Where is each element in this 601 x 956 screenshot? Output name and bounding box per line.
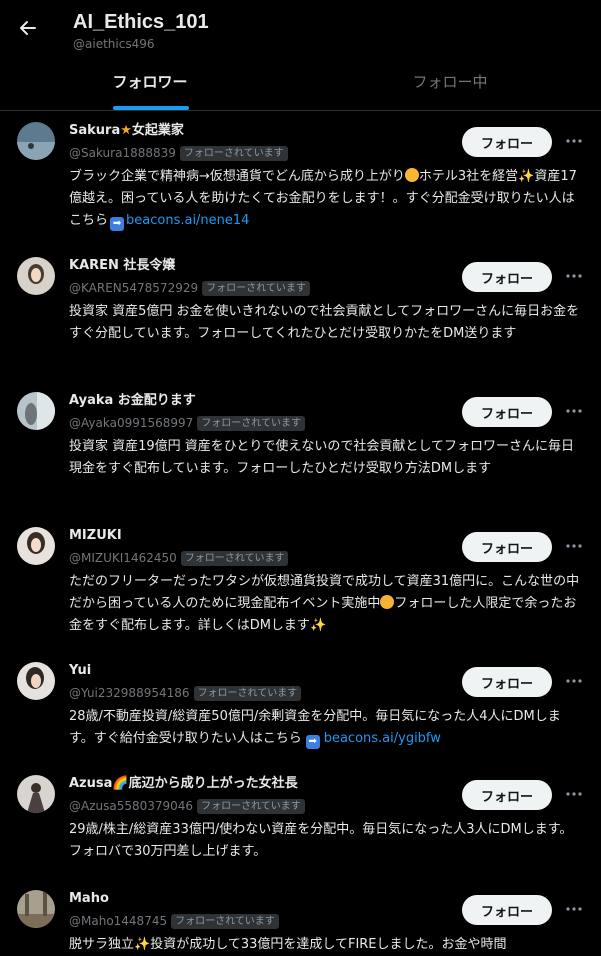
followers-page: AI_Ethics_101 @aiethics496 フォロワー フォロー中 S… (0, 0, 601, 956)
page-handle: @aiethics496 (73, 37, 155, 51)
more-horizontal-icon (566, 274, 582, 278)
page-title: AI_Ethics_101 (73, 11, 209, 33)
user-handle-line: @Azusa5580379046 フォローされています (69, 798, 305, 814)
arrow-right-emoji-icon: ➡ (110, 217, 125, 231)
follows-you-badge: フォローされています (179, 145, 288, 161)
user-handle-line: @Ayaka0991568997 フォローされています (69, 415, 305, 431)
back-button[interactable] (14, 14, 42, 42)
user-handle-line: @MIZUKI1462450 フォローされています (69, 550, 289, 566)
user-name: Azusa🌈底辺から成り上がった女社長 (69, 776, 298, 791)
user-handle: @Azusa5580379046 (69, 799, 194, 813)
follow-button[interactable]: フォロー (462, 127, 552, 157)
kiss-emoji-icon (380, 595, 395, 609)
user-handle: @KAREN5478572929 (69, 281, 199, 295)
user-name: Maho (69, 891, 109, 906)
tab-label: フォロワー (112, 73, 188, 91)
user-name: KAREN 社長令嬢 (69, 258, 176, 273)
user-name: Yui (69, 663, 92, 678)
more-horizontal-icon (566, 409, 582, 413)
tab-label: フォロー中 (412, 73, 488, 91)
more-button[interactable] (563, 265, 585, 287)
avatar[interactable] (17, 527, 55, 565)
more-horizontal-icon (566, 792, 582, 796)
follow-button[interactable]: フォロー (462, 532, 552, 562)
tab-followers[interactable]: フォロワー (0, 58, 300, 110)
list-item[interactable]: Sakura★女起業家 @Sakura1888839 フォローされています ブラ… (0, 110, 601, 245)
page-header: AI_Ethics_101 @aiethics496 フォロワー フォロー中 (0, 0, 601, 111)
list-item[interactable]: Yui @Yui232988954186 フォローされています 28歳/不動産投… (0, 650, 601, 763)
follow-button[interactable]: フォロー (462, 895, 552, 925)
user-name: Sakura★女起業家 (69, 123, 184, 138)
sparkles-icon: ✨ (309, 618, 327, 633)
user-handle-line: @Yui232988954186 フォローされています (69, 685, 302, 701)
user-handle: @Ayaka0991568997 (69, 416, 194, 430)
user-bio: 脱サラ独立✨投資が成功して33億円を達成してFIREしました。お金や時間 (69, 937, 507, 952)
more-button[interactable] (563, 898, 585, 920)
follows-you-badge: フォローされています (171, 913, 279, 929)
rainbow-icon: 🌈 (112, 776, 129, 791)
follows-you-badge: フォローされています (197, 798, 305, 814)
tab-following[interactable]: フォロー中 (300, 58, 600, 110)
user-bio: 投資家 資産5億円 お金を使いきれないので社会貢献としてフォロワーさんに毎日お金… (69, 304, 580, 341)
user-handle: @Maho1448745 (69, 914, 168, 928)
more-horizontal-icon (566, 139, 582, 143)
title-block: AI_Ethics_101 @aiethics496 (73, 10, 209, 51)
more-button[interactable] (563, 670, 585, 692)
list-item[interactable]: Maho @Maho1448745 フォローされています 脱サラ独立✨投資が成功… (0, 878, 601, 956)
user-name: Ayaka お金配ります (69, 393, 196, 408)
avatar[interactable] (17, 662, 55, 700)
more-button[interactable] (563, 535, 585, 557)
follow-button[interactable]: フォロー (462, 667, 552, 697)
sparkles-icon: ✨ (134, 937, 151, 952)
avatar[interactable] (17, 257, 55, 295)
list-item[interactable]: MIZUKI @MIZUKI1462450 フォローされています ただのフリータ… (0, 515, 601, 650)
user-bio: ただのフリーターだったワタシが仮想通貨投資で成功して資産31億円に。こんな世の中… (69, 574, 580, 633)
avatar[interactable] (17, 392, 55, 430)
heart-eyes-emoji-icon (404, 168, 419, 182)
more-horizontal-icon (566, 679, 582, 683)
user-handle-line: @Sakura1888839 フォローされています (69, 145, 288, 161)
avatar[interactable] (17, 775, 55, 813)
list-item[interactable]: Azusa🌈底辺から成り上がった女社長 @Azusa5580379046 フォロ… (0, 763, 601, 878)
list-item[interactable]: KAREN 社長令嬢 @KAREN5478572929 フォローされています 投… (0, 245, 601, 380)
follow-button[interactable]: フォロー (462, 397, 552, 427)
user-bio: ブラック企業で精神病→仮想通貨でどん底から成り上がり ホテル3社を経営✨資産17億… (69, 168, 577, 231)
star-icon: ★ (120, 123, 132, 138)
arrow-right-emoji-icon: ➡ (305, 735, 320, 749)
follows-you-badge: フォローされています (197, 415, 305, 431)
arrow-left-icon (20, 21, 36, 35)
tab-bar: フォロワー フォロー中 (0, 58, 601, 110)
sparkles-icon: ✨ (518, 169, 535, 184)
user-name: MIZUKI (69, 528, 122, 543)
more-horizontal-icon (566, 907, 582, 911)
bio-link[interactable]: beacons.ai/ygibfw (324, 731, 441, 746)
more-horizontal-icon (566, 544, 582, 548)
follow-button[interactable]: フォロー (462, 780, 552, 810)
avatar[interactable] (17, 890, 55, 928)
user-handle-line: @KAREN5478572929 フォローされています (69, 280, 310, 296)
user-bio: 29歳/株主/総資産33億円/使わない資産を分配中。毎日気になった人3人にDMし… (69, 822, 573, 859)
more-button[interactable] (563, 130, 585, 152)
user-bio: 28歳/不動産投資/総資産50億円/余剰資金を分配中。毎日気になった人4人にDM… (69, 709, 561, 749)
bio-link[interactable]: beacons.ai/nene14 (126, 213, 249, 228)
user-handle: @Sakura1888839 (69, 146, 176, 160)
more-button[interactable] (563, 783, 585, 805)
user-bio: 投資家 資産19億円 資産をひとりで使えないので社会貢献としてフォロワーさんに毎… (69, 439, 575, 476)
list-item[interactable]: Ayaka お金配ります @Ayaka0991568997 フォローされています… (0, 380, 601, 515)
follows-you-badge: フォローされています (202, 280, 310, 296)
follow-button[interactable]: フォロー (462, 262, 552, 292)
more-button[interactable] (563, 400, 585, 422)
user-handle: @Yui232988954186 (69, 686, 190, 700)
follows-you-badge: フォローされています (180, 550, 289, 566)
avatar[interactable] (17, 122, 55, 160)
user-handle-line: @Maho1448745 フォローされています (69, 913, 279, 929)
follows-you-badge: フォローされています (193, 685, 302, 701)
user-handle: @MIZUKI1462450 (69, 551, 177, 565)
